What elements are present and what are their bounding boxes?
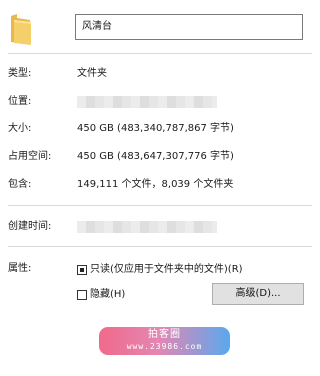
type-value: 文件夹	[77, 68, 107, 79]
folder-name-input[interactable]: 风清台	[75, 14, 303, 40]
separator	[8, 205, 312, 206]
separator	[8, 53, 312, 54]
size-label: 大小:	[8, 123, 32, 134]
type-label: 类型:	[8, 68, 32, 79]
watermark-title: 拍客圈	[148, 329, 181, 340]
created-value-redacted	[77, 221, 217, 233]
location-label: 位置:	[8, 96, 32, 107]
size-value: 450 GB (483,340,787,867 字节)	[77, 123, 234, 134]
attributes-label: 属性:	[8, 263, 32, 274]
contains-label: 包含:	[8, 179, 32, 190]
hidden-checkbox[interactable]	[77, 290, 87, 300]
size-on-disk-label: 占用空间:	[8, 151, 52, 162]
readonly-label[interactable]: 只读(仅应用于文件夹中的文件)(R)	[90, 263, 243, 277]
size-on-disk-value: 450 GB (483,647,307,776 字节)	[77, 151, 234, 162]
readonly-checkbox[interactable]	[77, 265, 87, 275]
location-value-redacted	[77, 96, 217, 108]
created-label: 创建时间:	[8, 221, 52, 232]
watermark-logo: 拍客圈 www.23986.com	[99, 327, 230, 355]
folder-icon	[10, 12, 32, 46]
contains-value: 149,111 个文件，8,039 个文件夹	[77, 179, 234, 190]
hidden-label[interactable]: 隐藏(H)	[90, 288, 125, 302]
watermark-url: www.23986.com	[126, 342, 203, 351]
advanced-button[interactable]: 高级(D)...	[212, 283, 304, 305]
separator	[8, 246, 312, 247]
